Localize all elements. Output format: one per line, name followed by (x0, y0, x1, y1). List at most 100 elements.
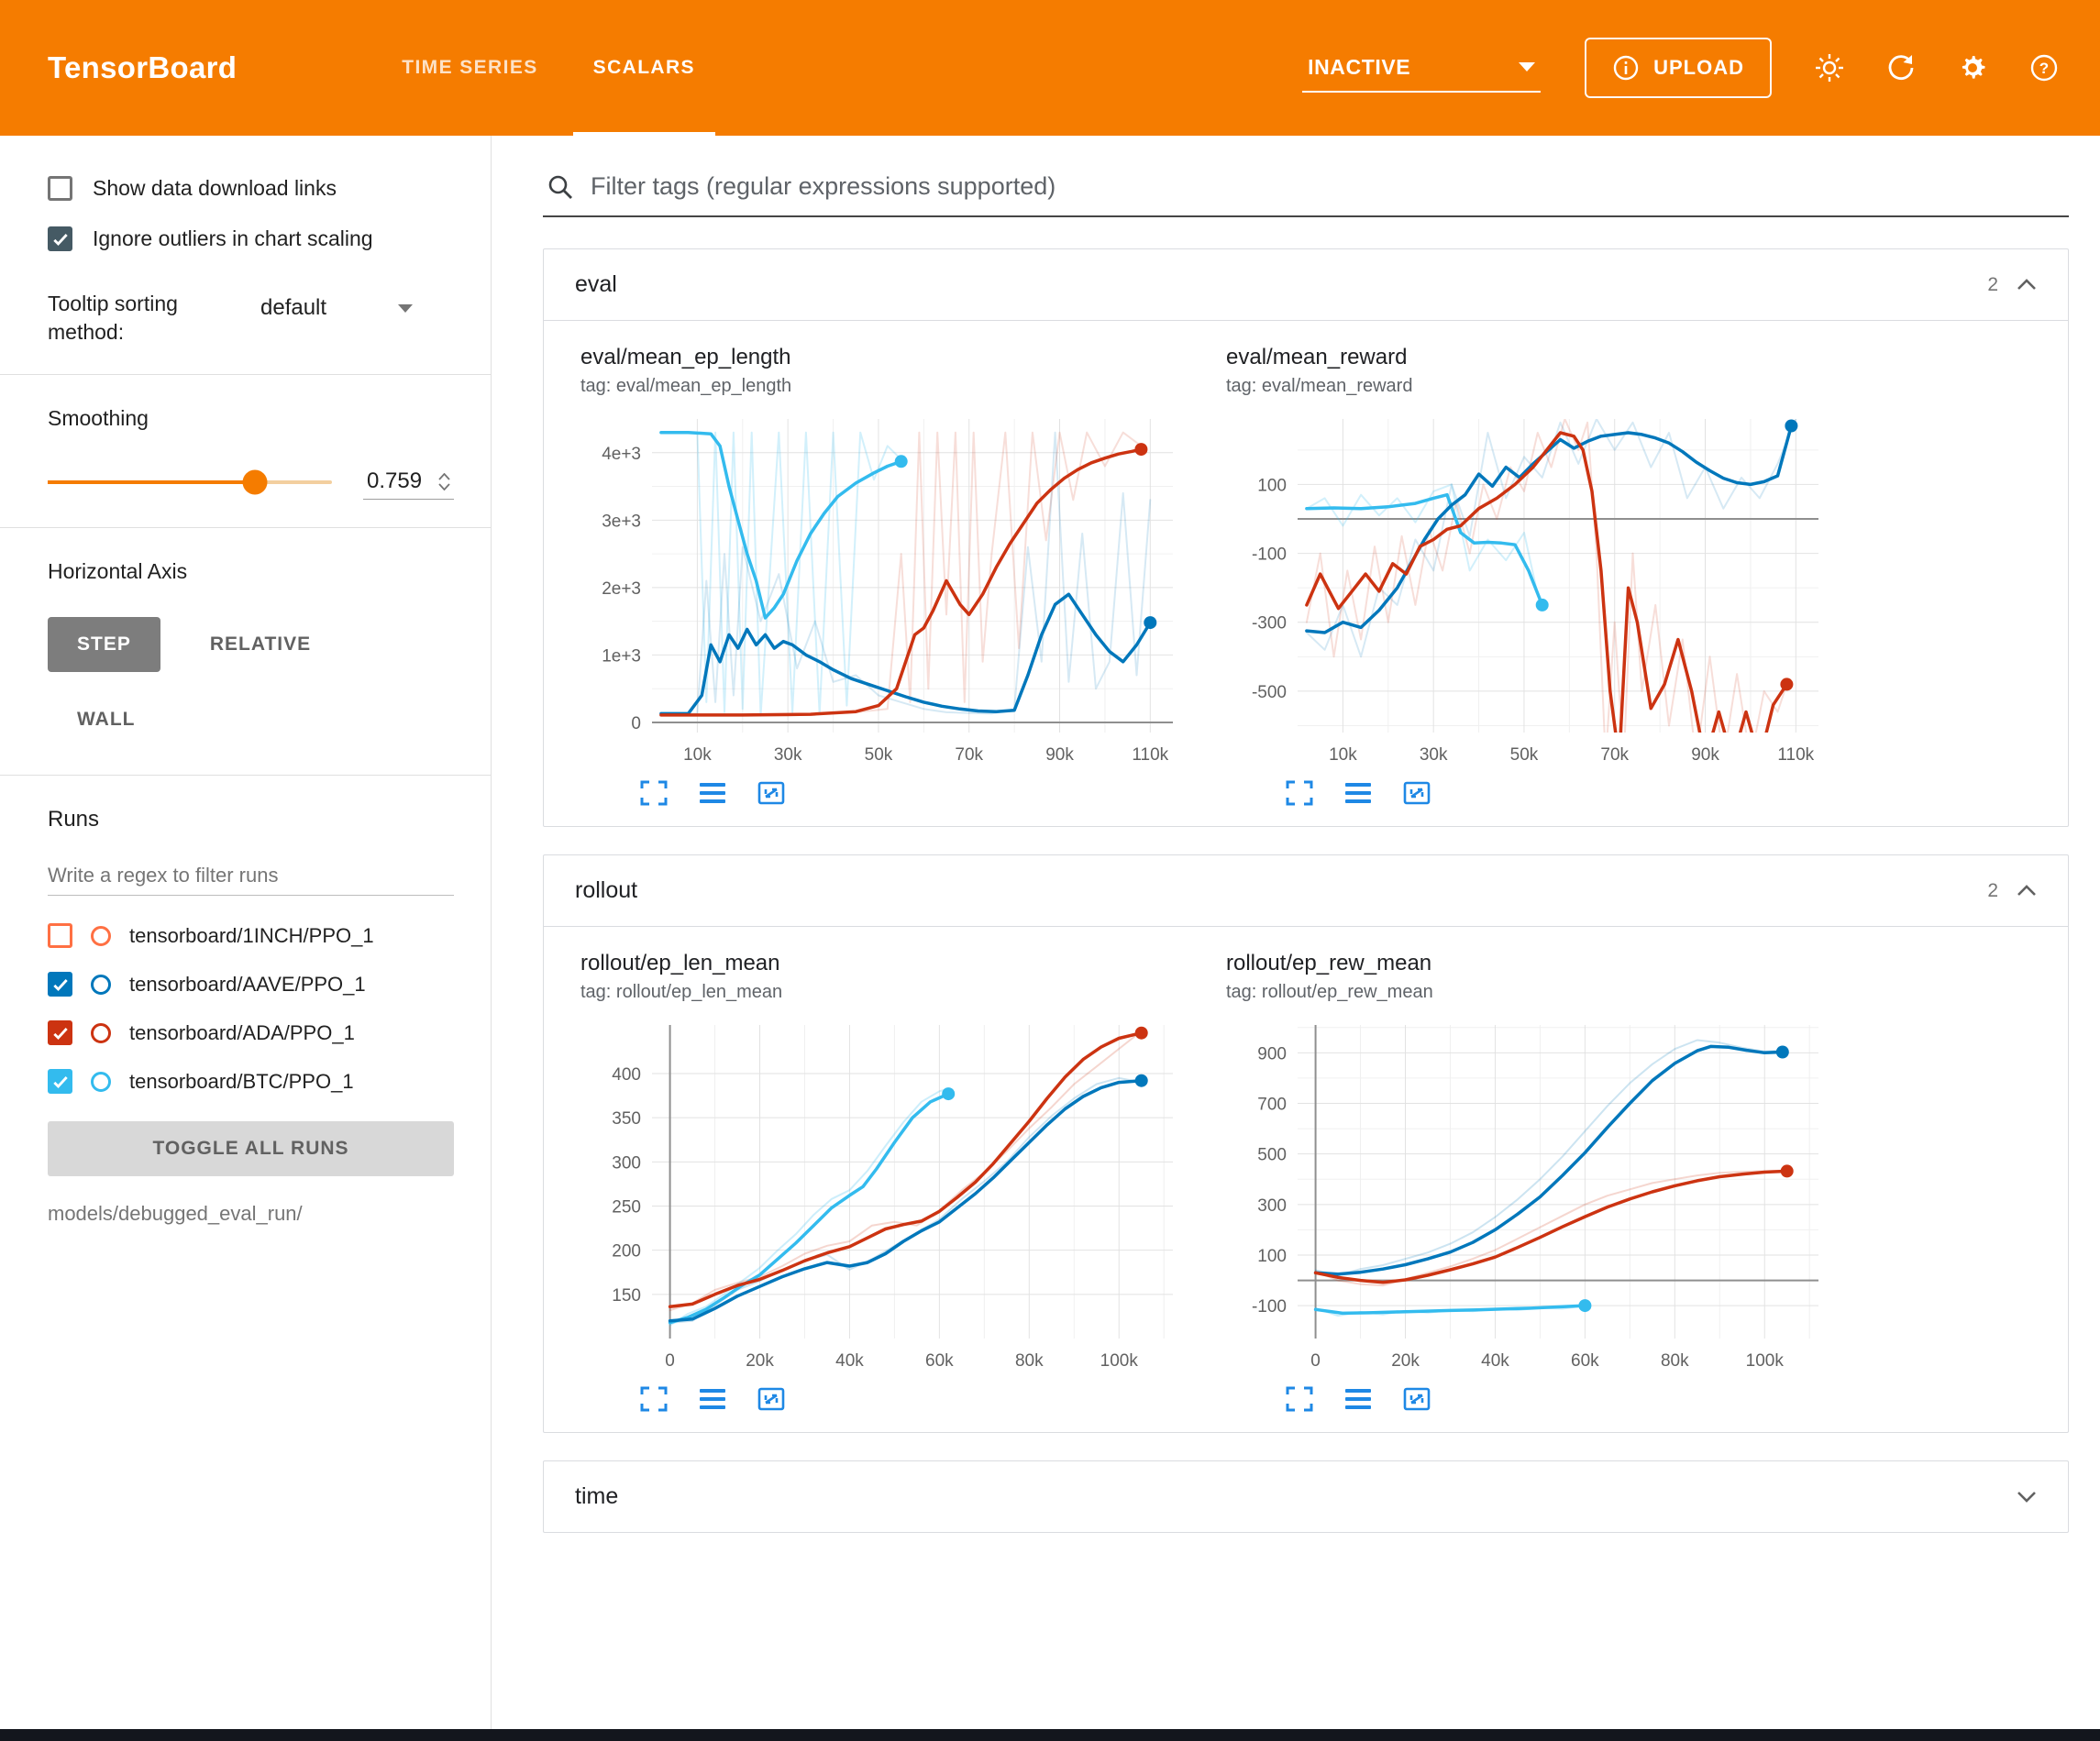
setting-label: Show data download links (93, 176, 337, 201)
section-title: rollout (575, 877, 1987, 904)
settings-gear-icon[interactable] (1957, 52, 1988, 83)
data-table-icon[interactable] (1342, 1384, 1375, 1414)
status-dropdown[interactable]: INACTIVE (1302, 44, 1541, 93)
section-rollout-header[interactable]: rollout 2 (544, 855, 2068, 927)
data-table-icon[interactable] (696, 778, 729, 808)
run-checkbox[interactable] (48, 1069, 72, 1094)
bottom-strip (0, 1729, 2100, 1741)
slider-thumb[interactable] (243, 469, 268, 494)
app-header: TensorBoard TIME SERIES SCALARS INACTIVE… (0, 0, 2100, 136)
section-title: eval (575, 271, 1987, 298)
runs-footer-path: models/debugged_eval_run/ (48, 1202, 454, 1226)
section-time-header[interactable]: time (544, 1461, 2068, 1532)
run-row[interactable]: tensorboard/ADA/PPO_1 (48, 1020, 454, 1045)
expand-chart-icon[interactable] (637, 1384, 670, 1414)
chart-plot[interactable]: 10k30k50k70k90k110k100-100-300-500 (1226, 406, 1831, 773)
run-checkbox[interactable] (48, 923, 72, 948)
refresh-icon[interactable] (1885, 52, 1917, 83)
tab-time-series[interactable]: TIME SERIES (374, 0, 565, 136)
chevron-up-icon[interactable] (2017, 279, 2037, 291)
settings-sidebar: Show data download links Ignore outliers… (0, 136, 492, 1729)
chevron-down-icon[interactable] (2017, 1491, 2037, 1503)
header-icon-group: ? (1814, 52, 2060, 83)
svg-text:250: 250 (612, 1197, 641, 1217)
runs-filter-input[interactable] (48, 856, 454, 896)
chart-actions (637, 1384, 1186, 1414)
tooltip-sorting-select[interactable]: default (259, 290, 414, 326)
svg-text:20k: 20k (746, 1351, 774, 1371)
run-row[interactable]: tensorboard/AAVE/PPO_1 (48, 972, 454, 997)
chart-tag: tag: rollout/ep_len_mean (580, 982, 1186, 1003)
chart-plot[interactable]: 020k40k60k80k100k150200250300350400 (580, 1012, 1186, 1379)
chart-title: eval/mean_reward (1226, 345, 1831, 370)
checkbox-icon[interactable] (48, 226, 72, 251)
chart-plot[interactable]: 020k40k60k80k100k-100100300500700900 (1226, 1012, 1831, 1379)
eval-charts-row: eval/mean_ep_length tag: eval/mean_ep_le… (544, 321, 2068, 826)
chart-eval-mean-reward: eval/mean_reward tag: eval/mean_reward 1… (1226, 345, 1831, 808)
svg-text:110k: 110k (1132, 745, 1168, 765)
search-icon (547, 173, 574, 201)
expand-chart-icon[interactable] (1283, 778, 1316, 808)
chevron-down-icon (1519, 62, 1535, 72)
chart-actions (1283, 1384, 1831, 1414)
svg-text:20k: 20k (1391, 1351, 1420, 1371)
upload-button[interactable]: UPLOAD (1585, 38, 1772, 98)
setting-ignore-outliers[interactable]: Ignore outliers in chart scaling (48, 226, 454, 251)
tensorboard-app: TensorBoard TIME SERIES SCALARS INACTIVE… (0, 0, 2100, 1741)
status-label: INACTIVE (1308, 55, 1410, 80)
axis-button-relative[interactable]: RELATIVE (181, 617, 340, 672)
brightness-icon[interactable] (1814, 52, 1845, 83)
svg-text:100k: 100k (1746, 1351, 1785, 1371)
fit-domain-icon[interactable] (1400, 1384, 1433, 1414)
section-eval-header[interactable]: eval 2 (544, 249, 2068, 321)
data-table-icon[interactable] (1342, 778, 1375, 808)
run-color-swatch (91, 1072, 111, 1092)
data-table-icon[interactable] (696, 1384, 729, 1414)
chevron-up-icon[interactable] (2017, 885, 2037, 897)
tag-filter-row (543, 160, 2069, 217)
run-checkbox[interactable] (48, 1020, 72, 1045)
tab-scalars[interactable]: SCALARS (566, 0, 723, 136)
axis-button-step[interactable]: STEP (48, 617, 160, 672)
fit-domain-icon[interactable] (755, 1384, 788, 1414)
svg-text:150: 150 (612, 1286, 641, 1306)
help-icon[interactable]: ? (2028, 52, 2060, 83)
expand-chart-icon[interactable] (637, 778, 670, 808)
axis-button-wall[interactable]: WALL (48, 692, 164, 747)
tag-filter-input[interactable] (591, 172, 2065, 201)
chevron-down-icon (398, 304, 413, 313)
sidebar-divider (0, 775, 491, 776)
sidebar-divider (0, 527, 491, 528)
svg-text:4e+3: 4e+3 (602, 445, 641, 464)
svg-text:300: 300 (1257, 1196, 1287, 1216)
svg-text:3e+3: 3e+3 (602, 512, 641, 531)
svg-text:90k: 90k (1045, 745, 1074, 765)
runs-list: tensorboard/1INCH/PPO_1 tensorboard/AAVE… (48, 923, 454, 1094)
run-row[interactable]: tensorboard/BTC/PPO_1 (48, 1069, 454, 1094)
chart-plot[interactable]: 10k30k50k70k90k110k01e+32e+33e+34e+3 (580, 406, 1186, 773)
svg-text:-100: -100 (1252, 1297, 1287, 1317)
toggle-all-runs-button[interactable]: TOGGLE ALL RUNS (48, 1121, 454, 1176)
smoothing-value-input[interactable]: 0.759 (363, 464, 454, 500)
horizontal-axis-label: Horizontal Axis (48, 559, 454, 584)
sidebar-divider (0, 374, 491, 375)
checkbox-icon[interactable] (48, 176, 72, 201)
fit-domain-icon[interactable] (755, 778, 788, 808)
fit-domain-icon[interactable] (1400, 778, 1433, 808)
chart-title: rollout/ep_len_mean (580, 951, 1186, 976)
tooltip-sorting-row: Tooltip sorting method: default (48, 290, 454, 347)
horizontal-axis-buttons: STEP RELATIVE WALL (48, 617, 454, 747)
run-row[interactable]: tensorboard/1INCH/PPO_1 (48, 923, 454, 948)
svg-text:90k: 90k (1691, 745, 1719, 765)
smoothing-slider[interactable] (48, 480, 332, 484)
slider-fill (48, 480, 255, 484)
setting-show-download-links[interactable]: Show data download links (48, 176, 454, 201)
number-stepper-icon[interactable] (438, 473, 450, 490)
upload-label: UPLOAD (1653, 56, 1744, 80)
run-color-swatch (91, 1023, 111, 1043)
svg-text:10k: 10k (1329, 745, 1357, 765)
tooltip-sorting-label: Tooltip sorting method: (48, 290, 231, 347)
svg-text:80k: 80k (1661, 1351, 1689, 1371)
run-checkbox[interactable] (48, 972, 72, 997)
expand-chart-icon[interactable] (1283, 1384, 1316, 1414)
